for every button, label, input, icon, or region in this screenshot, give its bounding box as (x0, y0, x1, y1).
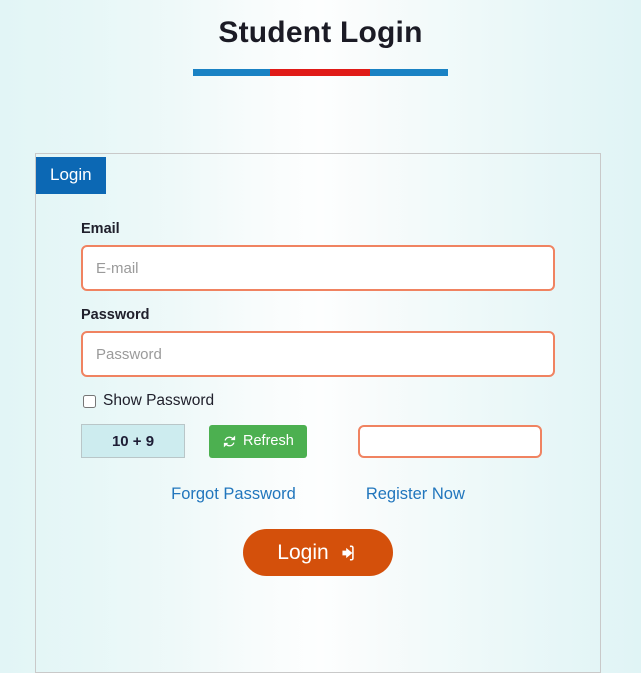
page-title: Student Login (218, 16, 423, 49)
captcha-question: 10 + 9 (81, 424, 185, 458)
sign-in-icon (339, 543, 359, 563)
refresh-icon (222, 434, 237, 449)
register-now-link[interactable]: Register Now (366, 484, 465, 504)
rule-segment-left (193, 69, 270, 76)
refresh-button-label: Refresh (243, 433, 294, 449)
login-form: Email Password Show Password 10 + 9 (36, 154, 600, 672)
title-underline-rule (193, 69, 448, 76)
rule-segment-center (270, 69, 370, 76)
email-input[interactable] (81, 245, 555, 291)
password-input[interactable] (81, 331, 555, 377)
email-field-group: Email (81, 220, 555, 291)
login-card: Login Email Password Show Password 10 + … (35, 153, 601, 673)
email-label: Email (81, 221, 120, 237)
links-row: Forgot Password Register Now (81, 484, 555, 504)
rule-segment-right (370, 69, 448, 76)
forgot-password-link[interactable]: Forgot Password (171, 484, 296, 504)
show-password-label: Show Password (103, 392, 215, 409)
page-header: Student Login (0, 0, 641, 76)
refresh-captcha-button[interactable]: Refresh (209, 424, 307, 458)
show-password-row[interactable]: Show Password (83, 392, 555, 410)
password-label: Password (81, 307, 150, 323)
show-password-checkbox[interactable] (83, 394, 96, 408)
login-submit-button[interactable]: Login (243, 529, 393, 576)
login-button-label: Login (277, 540, 329, 564)
login-button-row: Login (81, 529, 555, 576)
password-field-group: Password (81, 306, 555, 377)
captcha-row: 10 + 9 Refresh (81, 424, 555, 458)
captcha-answer-input[interactable] (357, 424, 542, 458)
